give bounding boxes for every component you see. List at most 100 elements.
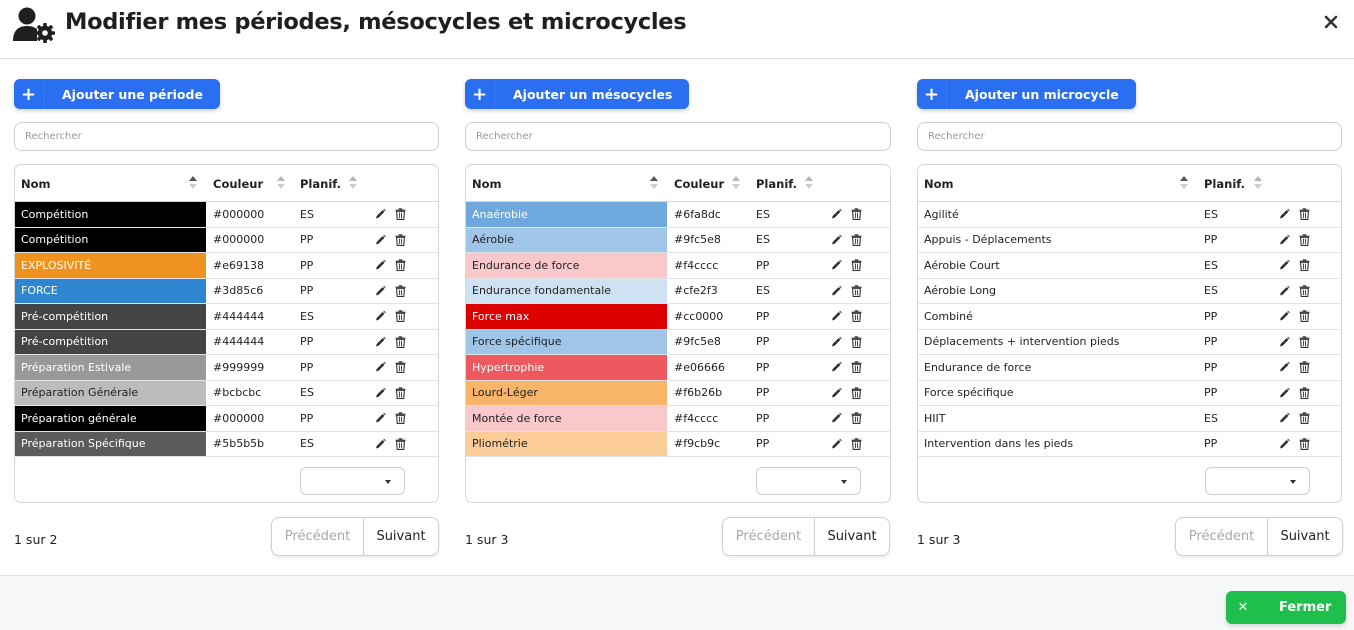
column-nom[interactable]: Nom <box>15 165 206 202</box>
edit-icon[interactable] <box>1279 336 1290 348</box>
next-button[interactable]: Suivant <box>1268 518 1342 555</box>
table-row[interactable]: Aérobie Long ES <box>918 279 1341 304</box>
delete-icon[interactable] <box>851 208 862 220</box>
edit-icon[interactable] <box>375 412 386 424</box>
edit-icon[interactable] <box>831 234 842 246</box>
table-row[interactable]: Appuis - Déplacements PP <box>918 228 1341 253</box>
delete-icon[interactable] <box>1299 233 1310 246</box>
table-row[interactable]: Force spécifique #9fc5e8 PP <box>466 329 890 355</box>
table-row[interactable]: Agilité ES <box>918 202 1341 228</box>
edit-icon[interactable] <box>1279 285 1290 297</box>
previous-button[interactable]: Précédent <box>272 518 364 555</box>
delete-icon[interactable] <box>851 412 862 424</box>
delete-icon[interactable] <box>851 386 862 399</box>
delete-icon[interactable] <box>851 233 862 246</box>
delete-icon[interactable] <box>1299 208 1310 220</box>
table-row[interactable]: Endurance fondamentale #cfe2f3 ES <box>466 278 890 304</box>
edit-icon[interactable] <box>831 259 842 271</box>
previous-button[interactable]: Précédent <box>1176 518 1268 555</box>
add-periode-button[interactable]: + Ajouter une période <box>14 79 220 109</box>
mesocycles-search-input[interactable] <box>465 122 891 151</box>
delete-icon[interactable] <box>1299 310 1310 322</box>
table-row[interactable]: FORCE #3d85c6 PP <box>15 278 438 304</box>
edit-icon[interactable] <box>1279 412 1290 424</box>
next-button[interactable]: Suivant <box>364 518 438 555</box>
edit-icon[interactable] <box>831 412 842 424</box>
sort-icon[interactable] <box>1254 176 1262 190</box>
table-row[interactable]: Pliométrie #f9cb9c PP <box>466 431 890 457</box>
table-row[interactable]: Hypertrophie #e06666 PP <box>466 355 890 381</box>
edit-icon[interactable] <box>831 438 842 450</box>
delete-icon[interactable] <box>851 259 862 271</box>
edit-icon[interactable] <box>831 310 842 322</box>
delete-icon[interactable] <box>395 412 406 424</box>
edit-icon[interactable] <box>375 310 386 322</box>
edit-icon[interactable] <box>375 285 386 297</box>
table-row[interactable]: Lourd-Léger #f6b26b PP <box>466 380 890 406</box>
delete-icon[interactable] <box>395 335 406 348</box>
close-icon[interactable] <box>1321 12 1341 32</box>
table-row[interactable]: Préparation générale #000000 PP <box>15 406 438 432</box>
delete-icon[interactable] <box>395 386 406 399</box>
table-row[interactable]: Intervention dans les pieds PP <box>918 432 1341 457</box>
add-mesocycle-button[interactable]: + Ajouter un mésocycles <box>465 79 690 109</box>
edit-icon[interactable] <box>375 208 386 220</box>
delete-icon[interactable] <box>1299 437 1310 450</box>
edit-icon[interactable] <box>375 234 386 246</box>
edit-icon[interactable] <box>831 208 842 220</box>
delete-icon[interactable] <box>395 310 406 322</box>
delete-icon[interactable] <box>1299 361 1310 373</box>
edit-icon[interactable] <box>1279 310 1290 322</box>
delete-icon[interactable] <box>395 259 406 271</box>
delete-icon[interactable] <box>851 310 862 322</box>
edit-icon[interactable] <box>1279 438 1290 450</box>
table-row[interactable]: Force spécifique PP <box>918 381 1341 406</box>
column-nom[interactable]: Nom <box>918 165 1198 202</box>
delete-icon[interactable] <box>395 208 406 220</box>
table-row[interactable]: Compétition #000000 PP <box>15 227 438 253</box>
delete-icon[interactable] <box>1299 412 1310 424</box>
delete-icon[interactable] <box>1299 335 1310 348</box>
table-row[interactable]: Anaérobie #6fa8dc ES <box>466 202 890 228</box>
delete-icon[interactable] <box>395 233 406 246</box>
delete-icon[interactable] <box>395 284 406 297</box>
add-microcycle-button[interactable]: + Ajouter un microcycle <box>917 79 1136 109</box>
table-row[interactable]: Préparation Générale #bcbcbc ES <box>15 380 438 406</box>
table-row[interactable]: EXPLOSIVITÉ #e69138 PP <box>15 253 438 279</box>
table-row[interactable]: HIIT ES <box>918 406 1341 432</box>
delete-icon[interactable] <box>1299 386 1310 399</box>
table-row[interactable]: Compétition #000000 ES <box>15 202 438 228</box>
delete-icon[interactable] <box>851 437 862 450</box>
edit-icon[interactable] <box>375 336 386 348</box>
sort-icon[interactable] <box>349 176 357 190</box>
edit-icon[interactable] <box>831 285 842 297</box>
edit-icon[interactable] <box>1279 259 1290 271</box>
delete-icon[interactable] <box>1299 284 1310 297</box>
sort-icon[interactable] <box>650 176 658 190</box>
edit-icon[interactable] <box>831 387 842 399</box>
table-row[interactable]: Aérobie Court ES <box>918 253 1341 279</box>
close-button[interactable]: ✕ Fermer <box>1226 591 1346 624</box>
table-row[interactable]: Pré-compétition #444444 ES <box>15 304 438 330</box>
edit-icon[interactable] <box>375 438 386 450</box>
table-row[interactable]: Montée de force #f4cccc PP <box>466 406 890 432</box>
delete-icon[interactable] <box>851 361 862 373</box>
page-size-select[interactable] <box>1205 467 1310 495</box>
table-row[interactable]: Force max #cc0000 PP <box>466 304 890 330</box>
edit-icon[interactable] <box>1279 208 1290 220</box>
delete-icon[interactable] <box>395 361 406 373</box>
sort-icon[interactable] <box>732 176 740 190</box>
periodes-search-input[interactable] <box>14 122 439 151</box>
edit-icon[interactable] <box>1279 234 1290 246</box>
edit-icon[interactable] <box>831 336 842 348</box>
next-button[interactable]: Suivant <box>815 518 889 555</box>
column-nom[interactable]: Nom <box>466 165 667 202</box>
table-row[interactable]: Préparation Estivale #999999 PP <box>15 355 438 381</box>
delete-icon[interactable] <box>1299 259 1310 271</box>
sort-icon[interactable] <box>277 176 285 190</box>
page-size-select[interactable] <box>300 467 405 495</box>
edit-icon[interactable] <box>1279 361 1290 373</box>
edit-icon[interactable] <box>1279 387 1290 399</box>
delete-icon[interactable] <box>851 284 862 297</box>
table-row[interactable]: Pré-compétition #444444 PP <box>15 329 438 355</box>
